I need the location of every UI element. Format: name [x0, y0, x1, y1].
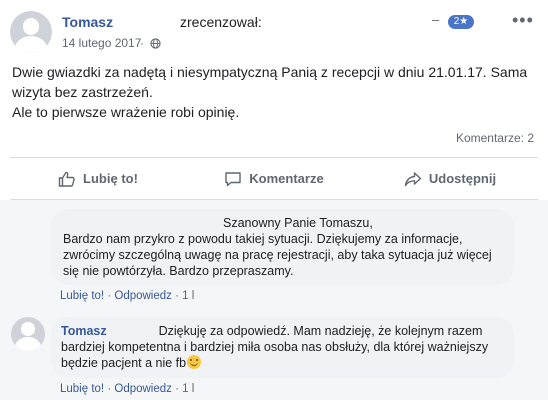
avatar[interactable]: [11, 317, 45, 351]
share-button[interactable]: Udostępnij: [362, 158, 538, 199]
rating-dash: –: [432, 12, 440, 27]
comment-count[interactable]: Komentarze: 2: [456, 131, 534, 145]
separator: ·: [175, 290, 179, 302]
globe-icon[interactable]: [150, 38, 161, 49]
avatar-body: [15, 337, 41, 351]
separator: ·: [107, 290, 112, 302]
speech-bubble-icon: [225, 171, 241, 186]
smile-emoji-icon: [187, 355, 202, 369]
like-button[interactable]: Lubię to!: [10, 158, 186, 199]
comment-body: Dziękuję za odpowiedź. Mam nadzieję, że …: [61, 324, 489, 370]
thumbs-up-icon: [58, 171, 75, 187]
comment-reply-link[interactable]: Odpowiedz: [114, 290, 172, 302]
rating-badge: 2★: [448, 15, 474, 29]
comment-like-link[interactable]: Lubię to!: [60, 290, 104, 302]
comment-actions: Lubię to! · Odpowiedz · 1 l: [60, 383, 194, 395]
post-date[interactable]: 14 lutego 2017: [62, 36, 141, 50]
comment-bubble: Szanowny Panie Tomaszu, Bardzo nam przyk…: [51, 209, 514, 285]
comment-bubble: Tomasz Dziękuję za odpowiedź. Mam nadziej…: [51, 317, 514, 378]
comment-reply-link[interactable]: Odpowiedz: [114, 383, 172, 395]
post-text-line-1: Dwie gwiazdki za nadętą i niesympatyczną…: [12, 64, 528, 100]
post-action-text: zrecenzował:: [180, 14, 262, 30]
comment-body: Bardzo nam przykro z powodu takiej sytua…: [63, 232, 492, 278]
comment-greeting: Szanowny Panie Tomaszu,: [223, 216, 373, 230]
avatar-head: [21, 322, 35, 337]
like-button-label: Lubię to!: [83, 171, 138, 186]
separator: ·: [175, 383, 179, 395]
avatar-body: [15, 36, 47, 53]
share-button-label: Udostępnij: [428, 171, 497, 186]
comment-button-label: Komentarze: [249, 171, 324, 186]
post-text-line-2: Ale to pierwsze wrażenie robi opinię.: [12, 104, 240, 120]
separator: ·: [107, 383, 112, 395]
action-bar: Lubię to! Komentarze Udostępnij: [10, 158, 538, 199]
post-text: Dwie gwiazdki za nadętą i niesympatyczną…: [12, 62, 532, 122]
post-author-name[interactable]: Tomasz: [62, 14, 113, 30]
comment-button[interactable]: Komentarze: [186, 158, 362, 199]
share-arrow-icon: [404, 171, 422, 186]
avatar-head: [22, 17, 40, 35]
comment-timestamp[interactable]: 1 l: [182, 290, 194, 302]
post-header: Tomasz zrecenzował: 14 lutego 2017 · – 2…: [0, 0, 548, 60]
avatar[interactable]: [10, 11, 52, 53]
comment-actions: Lubię to! · Odpowiedz · 1 l: [60, 290, 194, 302]
comment-timestamp[interactable]: 1 l: [182, 383, 194, 395]
more-options-icon[interactable]: •••: [512, 10, 534, 31]
date-separator: ·: [140, 36, 144, 50]
comment-like-link[interactable]: Lubię to!: [60, 383, 104, 395]
comment-author-name[interactable]: Tomasz: [61, 324, 107, 338]
